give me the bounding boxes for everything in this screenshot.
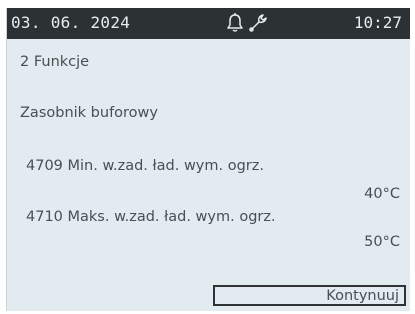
menu-title: 2 Funkcje [20,54,90,70]
section-title: Zasobnik buforowy [20,105,158,121]
status-date: 03. 06. 2024 [11,13,131,32]
continue-button[interactable]: Kontynuuj [213,285,406,306]
parameter-4710-value[interactable]: 50°C [364,234,400,250]
display-screen: 03. 06. 2024 10:27 2 Funkcje Zasobnik bu… [6,8,410,311]
parameter-4709-label[interactable]: 4709 Min. w.zad. ład. wym. ogrz. [26,158,264,174]
bell-icon [227,13,243,32]
parameter-4710-label[interactable]: 4710 Maks. w.zad. ład. wym. ogrz. [26,209,276,225]
status-time: 10:27 [353,13,402,32]
status-icons [225,12,269,34]
status-bar: 03. 06. 2024 10:27 [7,8,410,39]
wrench-icon [249,14,267,32]
parameter-4709-value[interactable]: 40°C [364,186,400,202]
